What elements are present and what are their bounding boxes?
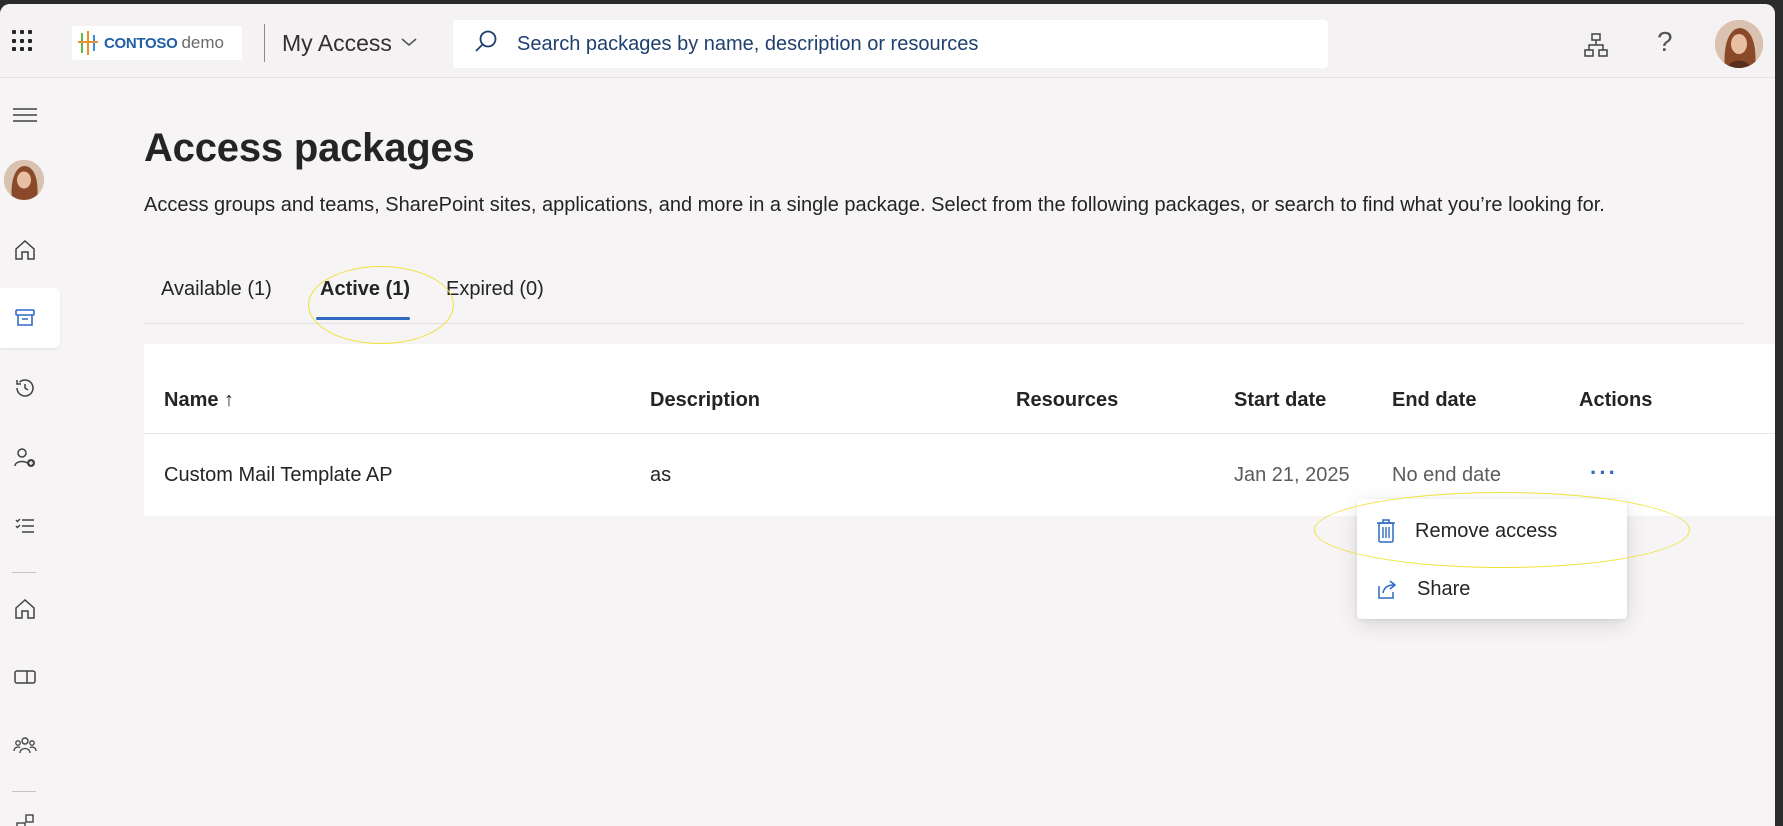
app-window: CONTOSO demo My Access ? [0, 4, 1775, 826]
more-apps-icon[interactable] [10, 808, 40, 826]
actions-context-menu: Remove access Share [1357, 499, 1627, 619]
task-list-icon[interactable] [10, 511, 40, 541]
app-launcher-icon[interactable] [12, 30, 34, 52]
column-header-actions: Actions [1579, 389, 1653, 411]
organization-icon[interactable] [1583, 32, 1609, 58]
top-bar: CONTOSO demo My Access ? [0, 4, 1775, 78]
hamburger-icon[interactable] [10, 100, 40, 130]
column-header-end-date[interactable]: End date [1392, 389, 1476, 412]
tab-list: Available (1) Active (1) Expired (0) [144, 268, 1744, 324]
packages-table: Name ↑ Description Resources Start date … [144, 344, 1775, 516]
access-packages-icon[interactable] [10, 303, 40, 333]
column-header-resources[interactable]: Resources [1016, 389, 1118, 412]
tab-active[interactable]: Active (1) [320, 278, 410, 301]
left-nav-rail [0, 78, 60, 826]
home-icon[interactable] [10, 594, 40, 624]
cell-name[interactable]: Custom Mail Template AP [164, 464, 393, 487]
menu-item-label: Share [1417, 577, 1471, 600]
column-header-description[interactable]: Description [650, 389, 760, 412]
cell-start-date: Jan 21, 2025 [1234, 464, 1350, 486]
tab-available[interactable]: Available (1) [161, 278, 272, 301]
cell-end-date: No end date [1392, 464, 1501, 486]
contoso-logo-icon [78, 31, 98, 55]
user-avatar[interactable] [1715, 20, 1763, 68]
brand-suffix: demo [181, 33, 224, 52]
page-subtitle: Access groups and teams, SharePoint site… [144, 194, 1605, 216]
search-box[interactable] [453, 20, 1328, 68]
apps-panel-icon[interactable] [10, 662, 40, 692]
user-avatar-small[interactable] [4, 160, 44, 200]
header-divider [264, 24, 265, 62]
menu-item-share[interactable]: Share [1357, 561, 1627, 617]
app-name: My Access [282, 30, 392, 56]
groups-icon[interactable] [10, 730, 40, 760]
home-icon[interactable] [10, 235, 40, 265]
tab-expired[interactable]: Expired (0) [446, 278, 544, 301]
table-header: Name ↑ Description Resources Start date … [144, 344, 1775, 434]
trash-icon [1377, 519, 1395, 543]
share-icon [1378, 580, 1397, 599]
column-header-name[interactable]: Name ↑ [164, 389, 234, 412]
chevron-down-icon [400, 35, 418, 53]
org-logo[interactable]: CONTOSO demo [72, 26, 242, 60]
nav-separator [12, 791, 36, 792]
window-edge [1775, 0, 1783, 826]
help-icon[interactable]: ? [1657, 26, 1673, 58]
page-title: Access packages [144, 126, 475, 170]
search-icon [473, 29, 499, 60]
brand-name: CONTOSO [104, 34, 178, 52]
person-add-icon[interactable] [10, 443, 40, 473]
menu-item-remove-access[interactable]: Remove access [1357, 503, 1627, 559]
active-tab-indicator [316, 317, 410, 320]
column-header-start-date[interactable]: Start date [1234, 389, 1326, 412]
app-switcher[interactable]: My Access [282, 30, 418, 57]
more-actions-button[interactable]: ··· [1590, 460, 1618, 486]
cell-description: as [650, 464, 672, 486]
menu-item-label: Remove access [1415, 519, 1558, 542]
history-icon[interactable] [10, 373, 40, 403]
nav-separator [12, 572, 36, 573]
search-input[interactable] [517, 32, 1297, 56]
